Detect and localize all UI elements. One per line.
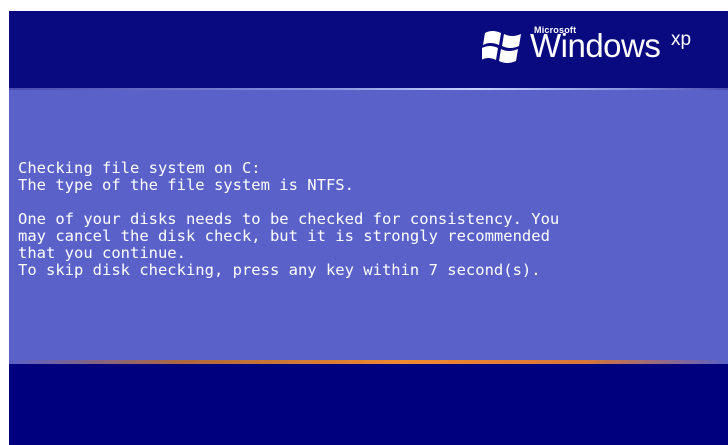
- brand-windows: Windows: [530, 27, 661, 64]
- message-panel: Checking file system on C: The type of t…: [9, 90, 728, 360]
- message-line-continue: that you continue.: [18, 244, 186, 262]
- message-line-filesystem: The type of the file system is NTFS.: [18, 176, 354, 194]
- message-line-drive: Checking file system on C:: [18, 159, 261, 177]
- message-line-cancel: may cancel the disk check, but it is str…: [18, 227, 550, 245]
- message-line-consistency: One of your disks needs to be checked fo…: [18, 210, 560, 228]
- header-band: Microsoft Windows xp: [9, 11, 728, 88]
- boot-screen[interactable]: Microsoft Windows xp Checking file syste…: [9, 11, 728, 445]
- windows-xp-logo: Microsoft Windows xp: [482, 23, 712, 73]
- bottom-divider: [9, 360, 728, 364]
- message-line-skip-countdown: To skip disk checking, press any key wit…: [18, 261, 541, 279]
- windows-flag-icon: [482, 31, 521, 63]
- brand-xp: xp: [671, 29, 692, 50]
